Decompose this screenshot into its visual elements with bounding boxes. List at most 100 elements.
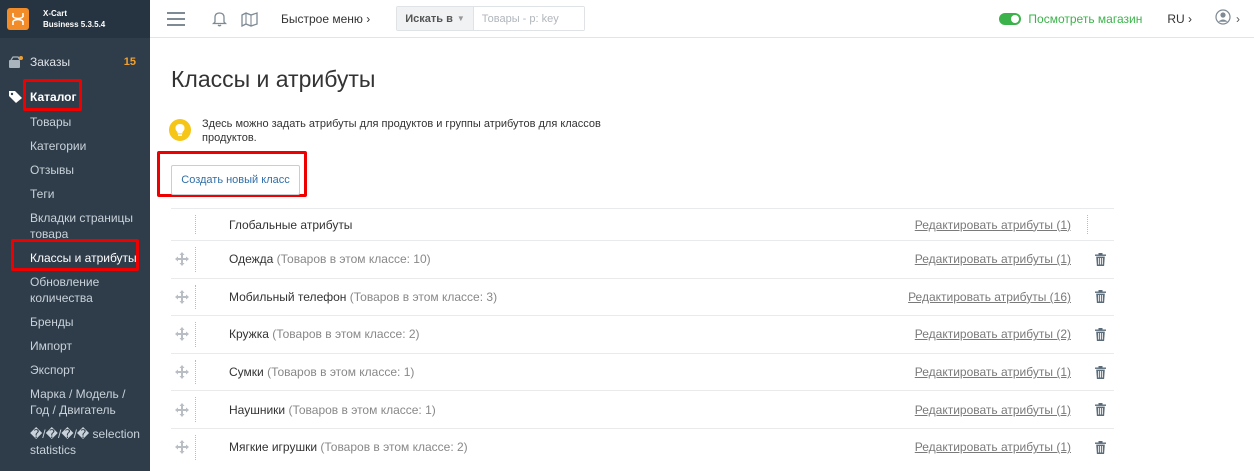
catalog-submenu: Товары Категории Отзывы Теги Вкладки стр… [0,110,150,462]
edit-attributes-link[interactable]: Редактировать атрибуты (1) [915,218,1071,232]
class-name[interactable]: Сумки (Товаров в этом классе: 1) [229,365,414,379]
row-divider [195,247,196,272]
brand[interactable]: X-Cart Business 5.3.5.4 [0,0,150,38]
page-title: Классы и атрибуты [171,66,376,92]
row-divider [195,284,196,310]
drag-handle-icon[interactable] [175,289,189,304]
drag-handle-icon[interactable] [175,402,189,417]
sidebar-item-import[interactable]: Импорт [30,334,150,358]
drag-handle-icon[interactable] [175,365,189,380]
edit-attributes-link[interactable]: Редактировать атрибуты (1) [915,403,1071,417]
class-name[interactable]: Мобильный телефон (Товаров в этом классе… [229,290,497,304]
class-name-text: Одежда [229,252,274,267]
row-divider [1087,215,1088,234]
trash-icon[interactable] [1095,440,1106,454]
row-divider [195,322,196,347]
brand-name: X-Cart [43,9,68,18]
main-content: Классы и атрибуты Здесь можно задать атр… [150,39,1254,471]
sidebar-item-selection-statistics[interactable]: �/�/�/� selection statistics [30,422,140,462]
drag-handle-icon[interactable] [175,440,189,455]
search-scope-select[interactable]: Искать в ▼ [397,7,474,30]
create-new-class-button[interactable]: Создать новый класс [171,165,300,195]
xcart-logo-icon [7,8,29,30]
caret-down-icon: ▼ [456,14,465,23]
sidebar: X-Cart Business 5.3.5.4 Заказы 15 Катало… [0,0,150,471]
edit-attributes-link[interactable]: Редактировать атрибуты (16) [908,290,1071,304]
class-name-text: Сумки [229,365,264,380]
user-avatar-icon [1215,9,1231,28]
classes-table: Глобальные атрибуты Редактировать атрибут… [171,208,1114,466]
sidebar-item-catalog[interactable]: Каталог [0,84,150,110]
tag-icon [7,89,23,105]
table-row: Мягкие игрушки (Товаров в этом классе: 2… [171,427,1114,466]
sidebar-item-tags[interactable]: Теги [30,182,150,206]
view-store-toggle[interactable] [999,12,1022,25]
sidebar-item-classes-attributes[interactable]: Классы и атрибуты [30,246,150,270]
row-divider [195,434,196,460]
class-product-count: (Товаров в этом классе: 1) [267,365,415,380]
chevron-right-icon: › [1236,11,1240,26]
sidebar-item-brands[interactable]: Бренды [30,310,150,334]
class-name[interactable]: Мягкие игрушки (Товаров в этом классе: 2… [229,440,468,454]
search-box: Искать в ▼ [396,6,585,31]
sidebar-item-catalog-label: Каталог [30,90,77,104]
class-name[interactable]: Одежда (Товаров в этом классе: 10) [229,252,431,266]
edit-attributes-link[interactable]: Редактировать атрибуты (1) [915,440,1071,454]
row-divider [195,359,196,385]
row-divider [195,397,196,422]
class-product-count: (Товаров в этом классе: 10) [276,252,431,267]
class-product-count: (Товаров в этом классе: 1) [288,402,436,417]
sidebar-item-orders-label: Заказы [30,55,71,69]
table-row: Сумки (Товаров в этом классе: 1) Редактир… [171,352,1114,391]
topbar: Быстрое меню › Искать в▼ Посмотреть мага… [150,0,1254,38]
hamburger-menu-icon[interactable] [167,11,185,26]
class-product-count: (Товаров в этом классе: 2) [320,440,468,455]
table-row: Мобильный телефон (Товаров в этом классе… [171,277,1114,316]
search-scope-label: Искать в [405,12,453,25]
edit-attributes-link[interactable]: Редактировать атрибуты (1) [915,252,1071,266]
language-selector[interactable]: RU › [1167,12,1192,26]
store-map-icon[interactable] [241,11,258,27]
edit-attributes-link[interactable]: Редактировать атрибуты (1) [915,365,1071,379]
class-name-text: Глобальные атрибуты [229,217,353,232]
lightbulb-icon [169,119,191,141]
class-name[interactable]: Наушники (Товаров в этом классе: 1) [229,403,436,417]
class-name[interactable]: Кружка (Товаров в этом классе: 2) [229,327,420,341]
sidebar-item-inventory-update[interactable]: Обновление количества [30,270,130,310]
class-name[interactable]: Глобальные атрибуты [229,218,352,232]
sidebar-item-orders[interactable]: Заказы 15 [0,52,150,72]
class-product-count: (Товаров в этом классе: 3) [349,289,498,304]
quick-menu-button[interactable]: Быстрое меню › [281,12,370,26]
class-name-text: Мобильный телефон [229,289,347,304]
trash-icon[interactable] [1095,252,1106,266]
brand-edition: Business 5.3.5.4 [43,20,106,29]
sidebar-item-product-tabs[interactable]: Вкладки страницы товара [30,206,138,246]
bell-icon[interactable] [212,11,227,27]
table-row: Кружка (Товаров в этом классе: 2) Редакти… [171,315,1114,353]
class-name-text: Наушники [229,402,286,417]
table-row: Глобальные атрибуты Редактировать атрибут… [171,208,1114,240]
class-product-count: (Товаров в этом классе: 2) [272,327,420,342]
table-row: Одежда (Товаров в этом классе: 10) Редакт… [171,240,1114,278]
sidebar-item-products[interactable]: Товары [30,110,150,134]
view-store-link[interactable]: Посмотреть магазин [1028,12,1142,26]
sidebar-item-categories[interactable]: Категории [30,134,150,158]
sidebar-item-make-model[interactable]: Марка / Модель / Год / Двигатель [30,382,130,422]
orders-icon [7,54,23,70]
sidebar-item-reviews[interactable]: Отзывы [30,158,150,182]
trash-icon[interactable] [1095,403,1106,417]
orders-count-badge: 15 [123,56,136,68]
table-row: Наушники (Товаров в этом классе: 1) Редак… [171,390,1114,428]
sidebar-item-export[interactable]: Экспорт [30,358,150,382]
trash-icon[interactable] [1095,365,1106,379]
hint-text: Здесь можно задать атрибуты для продукто… [202,118,601,144]
trash-icon[interactable] [1095,327,1106,341]
user-menu[interactable]: › [1215,9,1240,28]
trash-icon[interactable] [1095,290,1106,304]
search-input[interactable] [473,7,584,30]
edit-attributes-link[interactable]: Редактировать атрибуты (2) [915,327,1071,341]
drag-handle-icon[interactable] [175,252,189,267]
drag-handle-icon[interactable] [175,327,189,342]
class-name-text: Мягкие игрушки [229,440,318,455]
info-hint: Здесь можно задать атрибуты для продукто… [169,117,652,145]
